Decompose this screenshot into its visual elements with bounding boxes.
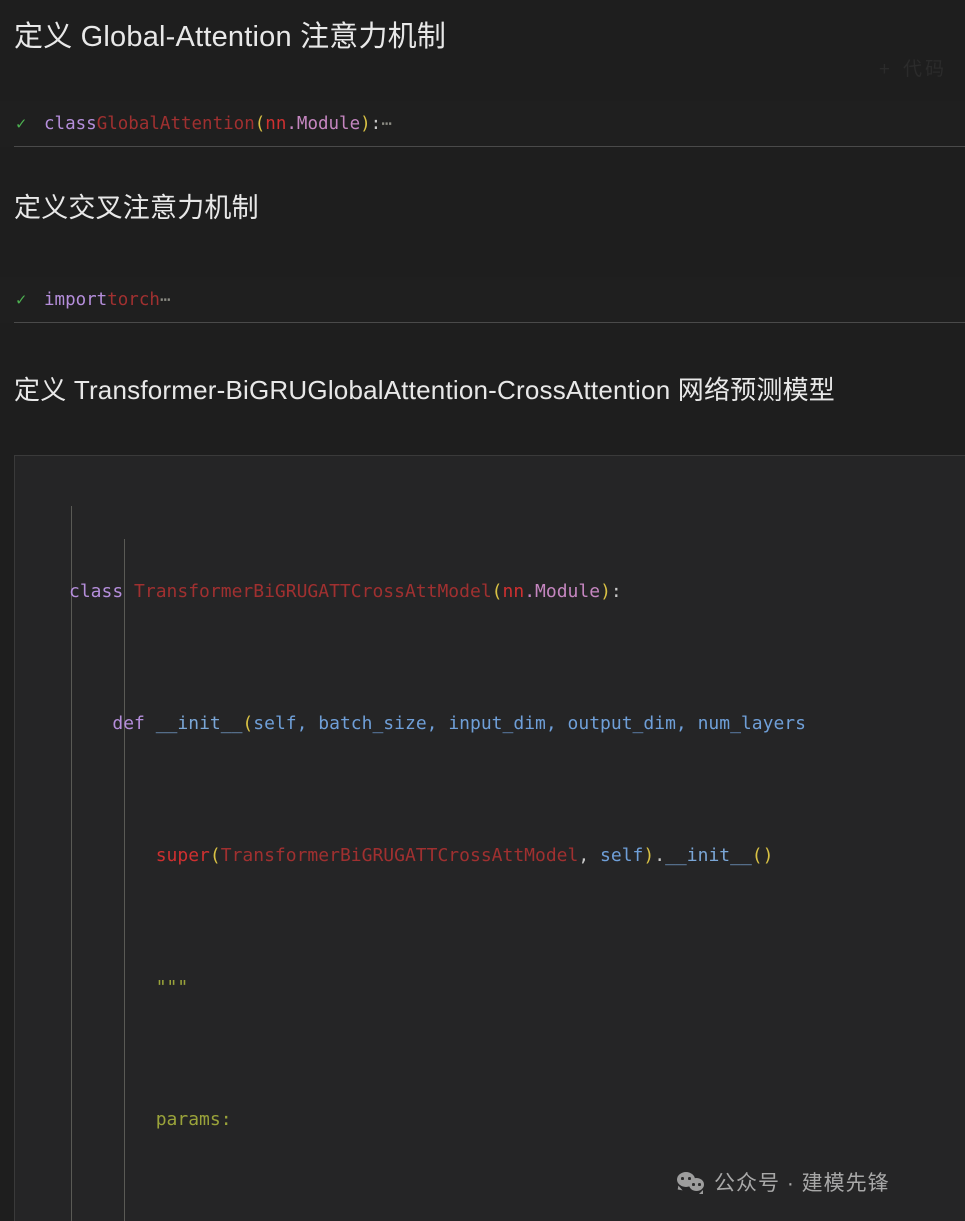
code-content[interactable]: class TransformerBiGRUGATTCrossAttModel(…	[15, 456, 965, 1221]
self-arg: self	[600, 845, 644, 866]
function-name-init: __init__	[155, 713, 243, 734]
keyword-class: class	[69, 581, 124, 602]
run-success-check-icon: ✓	[16, 289, 27, 310]
class-name-globalattention: GlobalAttention	[96, 114, 255, 134]
module-nn: nn	[502, 581, 525, 602]
base-class: Module	[535, 581, 601, 602]
collapsed-code-cell-import-torch[interactable]: ✓ import torch ⋯	[0, 277, 965, 323]
code-line-init-signature: def __init__(self, batch_size, input_dim…	[15, 707, 965, 740]
init-parameters: self, batch_size, input_dim, output_dim,…	[253, 713, 806, 734]
docstring-open-quotes: """	[155, 977, 189, 998]
colon: :	[370, 114, 382, 134]
run-success-check-icon: ✓	[16, 113, 27, 134]
paren-open: (	[209, 845, 221, 866]
code-cell-model-definition[interactable]: class TransformerBiGRUGATTCrossAttModel(…	[14, 455, 965, 1221]
cell-divider-2	[14, 322, 965, 323]
keyword-import: import	[44, 290, 108, 310]
code-line-params-label: params:	[15, 1103, 965, 1136]
wechat-dot	[688, 1177, 691, 1180]
paren-open: (	[254, 114, 266, 134]
wechat-dot	[698, 1183, 701, 1186]
dot: .	[286, 114, 297, 134]
code-line-super-call: super(TransformerBiGRUGATTCrossAttModel,…	[15, 839, 965, 872]
paren-close: )	[360, 114, 371, 134]
plus-icon: +	[878, 59, 893, 80]
wechat-watermark: 公众号 · 建模先锋	[677, 1167, 890, 1197]
colon: :	[610, 581, 622, 602]
code-line-class-def: class TransformerBiGRUGATTCrossAttModel(…	[15, 575, 965, 608]
add-code-label: 代码	[902, 59, 947, 80]
keyword-def: def	[112, 713, 145, 734]
paren-open: (	[491, 581, 503, 602]
module-torch: torch	[107, 290, 160, 310]
dot: .	[654, 845, 666, 866]
add-code-ghost-toolbar: + 代码	[879, 54, 947, 81]
sp	[145, 713, 156, 734]
dot: .	[524, 581, 536, 602]
heading-global-attention: 定义 Global-Attention 注意力机制	[14, 21, 447, 53]
wechat-dot	[692, 1183, 695, 1186]
notebook-page: + 代码 定义 Global-Attention 注意力机制 ✓ class Glo…	[0, 0, 965, 1221]
collapsed-code-cell-global-attention[interactable]: ✓ class GlobalAttention(nn. Module): ⋯	[0, 101, 965, 147]
code-line-docstring-open: """	[15, 971, 965, 1004]
class-name: TransformerBiGRUGATTCrossAttModel	[134, 581, 492, 602]
wechat-watermark-text: 公众号 · 建模先锋	[714, 1172, 890, 1195]
paren-open: (	[242, 713, 254, 734]
heading-transformer-model: 定义 Transformer-BiGRUGlobalAttention-Cros…	[14, 375, 835, 405]
paren-close: )	[643, 845, 655, 866]
base-module: Module	[296, 114, 361, 134]
comma: ,	[578, 845, 601, 866]
builtin-super: super	[155, 845, 210, 866]
collapse-ellipsis[interactable]: ⋯	[381, 101, 392, 147]
call-parens: ()	[751, 845, 774, 866]
wechat-dot	[681, 1177, 684, 1180]
sp	[123, 581, 134, 602]
keyword-class: class	[44, 114, 97, 134]
cell-divider-1	[14, 146, 965, 147]
docstring-params-label: params:	[155, 1109, 232, 1130]
dunder-init: __init__	[665, 845, 752, 866]
wechat-icon	[677, 1171, 705, 1194]
module-nn: nn	[265, 114, 287, 134]
collapse-ellipsis[interactable]: ⋯	[160, 277, 171, 323]
paren-close: )	[600, 581, 611, 602]
heading-cross-attention: 定义交叉注意力机制	[14, 193, 259, 223]
super-class-arg: TransformerBiGRUGATTCrossAttModel	[220, 845, 579, 866]
